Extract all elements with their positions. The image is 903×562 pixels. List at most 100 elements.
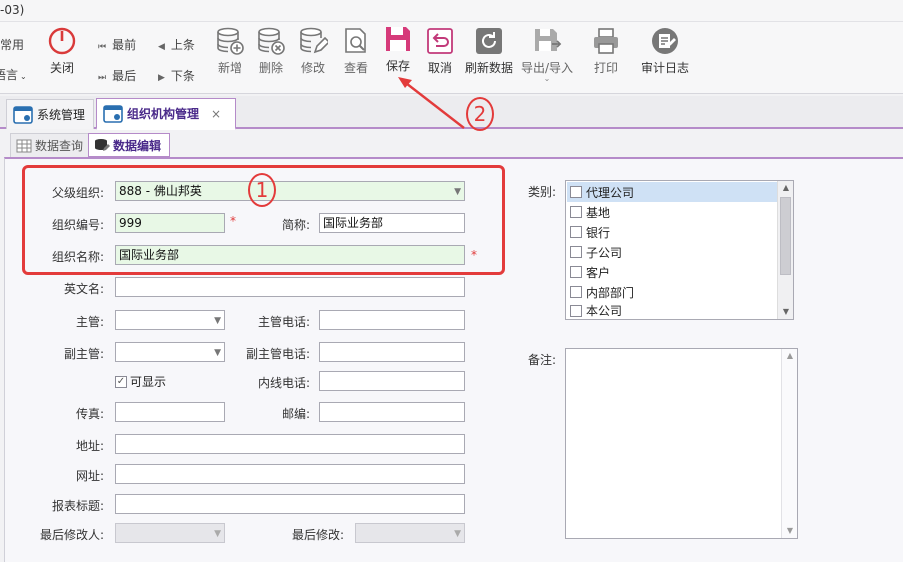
list-item[interactable]: 内部部门 (567, 282, 777, 302)
database-edit-icon (95, 139, 110, 151)
nav-next-button[interactable]: ▶ 下条 (158, 67, 195, 84)
annotation-number-1: 1 (248, 173, 276, 207)
checkbox-icon[interactable] (570, 226, 582, 238)
subtab-data-query[interactable]: 数据查询 (10, 133, 90, 158)
dropdown-arrow-icon: ▼ (454, 529, 461, 539)
checkbox-icon[interactable] (570, 206, 582, 218)
checkbox-icon[interactable] (570, 246, 582, 258)
list-item[interactable]: 客户 (567, 262, 777, 282)
fax-input[interactable] (115, 402, 225, 422)
scroll-down-icon[interactable]: ▼ (782, 524, 798, 538)
first-icon: ⏮ (98, 42, 107, 52)
category-scrollbar[interactable]: ▲ ▼ (777, 181, 793, 319)
audit-log-icon (652, 28, 678, 54)
title-bar: -03) (0, 0, 903, 22)
save-export-icon (535, 29, 562, 51)
add-button[interactable]: 新增 (213, 26, 247, 76)
tab-org-management[interactable]: 组织机构管理 × (96, 98, 236, 130)
list-item[interactable]: 本公司 (567, 302, 777, 319)
english-name-label: 英文名: (63, 282, 104, 296)
report-title-label: 报表标题: (51, 499, 104, 513)
close-tab-icon[interactable]: × (211, 107, 221, 121)
dropdown-arrow-icon: ▼ (214, 348, 221, 358)
category-label: 类别: (527, 185, 556, 199)
postcode-label: 邮编: (281, 407, 310, 421)
annotation-arrow (398, 77, 465, 129)
delete-button[interactable]: 删除 (254, 26, 288, 76)
prev-icon: ◀ (158, 42, 165, 52)
list-item[interactable]: 代理公司 (567, 182, 777, 202)
print-button[interactable]: 打印 (589, 26, 623, 76)
language-menu-partial[interactable]: 语言 ⌄ (0, 66, 27, 83)
deputy-phone-input[interactable] (319, 342, 465, 362)
checkbox-icon[interactable] (570, 304, 582, 317)
view-button[interactable]: 查看 (339, 26, 373, 76)
database-delete-icon (258, 27, 285, 55)
address-label: 地址: (75, 439, 104, 453)
printer-icon (594, 28, 618, 54)
fax-label: 传真: (75, 407, 104, 421)
ext-phone-input[interactable] (319, 371, 465, 391)
checkmark-icon: ✓ (115, 375, 127, 388)
dropdown-arrow-icon: ▼ (214, 316, 221, 326)
last-icon: ⏭ (98, 73, 107, 83)
remark-label: 备注: (527, 353, 556, 367)
common-menu-partial[interactable]: 常用 (0, 36, 24, 53)
last-modifier-label: 最后修改人: (39, 528, 104, 542)
manager-phone-input[interactable] (319, 310, 465, 330)
checkbox-icon[interactable] (570, 266, 582, 278)
dropdown-arrow-icon: ▼ (214, 529, 221, 539)
list-item[interactable]: 基地 (567, 202, 777, 222)
manager-label: 主管: (75, 315, 104, 329)
postcode-input[interactable] (319, 402, 465, 422)
edit-button[interactable]: 修改 (296, 26, 330, 76)
website-label: 网址: (75, 469, 104, 483)
next-icon: ▶ (158, 73, 165, 83)
refresh-button[interactable]: 刷新数据 (462, 26, 516, 76)
nav-first-button[interactable]: ⏮ 最前 (98, 36, 136, 53)
checkbox-icon[interactable] (570, 286, 582, 298)
list-item[interactable]: 子公司 (567, 242, 777, 262)
remark-scrollbar[interactable]: ▲ ▼ (781, 349, 797, 538)
import-export-button[interactable]: 导出/导入 ⌄ (517, 26, 577, 83)
manager-select[interactable]: ▼ (115, 310, 225, 330)
deputy-label: 副主管: (63, 347, 104, 361)
website-input[interactable] (115, 464, 465, 484)
visible-checkbox[interactable]: ✓ 可显示 (115, 373, 166, 390)
category-checklist[interactable]: 代理公司 基地 银行 子公司 客户 内部部门 本公司 ▲ ▼ (565, 180, 794, 320)
ext-phone-label: 内线电话: (257, 376, 310, 390)
audit-log-button[interactable]: 审计日志 (637, 26, 693, 76)
subtab-data-edit[interactable]: 数据编辑 (88, 133, 170, 158)
deputy-select[interactable]: ▼ (115, 342, 225, 362)
window-icon (103, 104, 123, 123)
list-item[interactable]: 银行 (567, 222, 777, 242)
last-modifier-select: ▼ (115, 523, 225, 543)
address-input[interactable] (115, 434, 465, 454)
scroll-up-icon[interactable]: ▲ (782, 349, 798, 363)
close-button[interactable]: 关闭 (45, 26, 79, 76)
document-search-icon (345, 28, 366, 53)
grid-icon (16, 139, 32, 152)
scroll-thumb[interactable] (780, 197, 791, 275)
scroll-down-icon[interactable]: ▼ (778, 305, 794, 319)
tab-system-management[interactable]: 系统管理 (6, 99, 94, 129)
nav-last-button[interactable]: ⏭ 最后 (98, 67, 136, 84)
remark-textarea[interactable]: ▲ ▼ (565, 348, 798, 539)
power-icon (48, 27, 76, 55)
floppy-disk-icon (386, 27, 410, 51)
undo-icon (427, 28, 453, 54)
save-button[interactable]: 保存 (381, 24, 415, 74)
deputy-phone-label: 副主管电话: (245, 347, 310, 361)
report-title-input[interactable] (115, 494, 465, 514)
window-icon (13, 105, 33, 124)
checkbox-icon[interactable] (570, 186, 582, 198)
last-modified-label: 最后修改: (291, 528, 344, 542)
refresh-icon (476, 28, 502, 54)
scroll-up-icon[interactable]: ▲ (778, 181, 794, 195)
english-name-input[interactable] (115, 277, 465, 297)
nav-prev-button[interactable]: ◀ 上条 (158, 36, 195, 53)
last-modified-select: ▼ (355, 523, 465, 543)
cancel-button[interactable]: 取消 (423, 26, 457, 76)
database-add-icon (217, 27, 244, 55)
manager-phone-label: 主管电话: (257, 315, 310, 329)
